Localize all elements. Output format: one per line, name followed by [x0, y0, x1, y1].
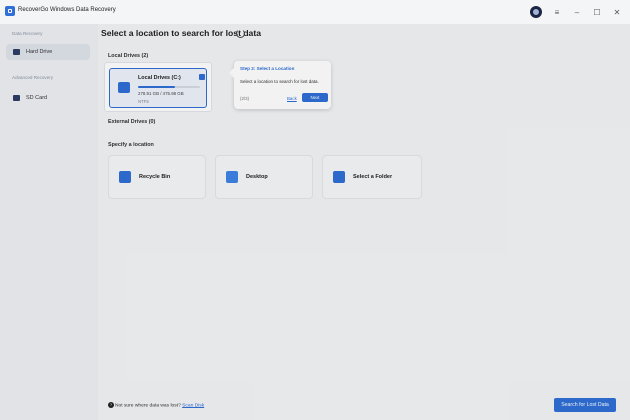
- app-logo-icon: [5, 6, 15, 16]
- close-button[interactable]: ✕: [612, 8, 622, 17]
- desktop-icon: [226, 171, 238, 183]
- maximize-button[interactable]: ☐: [592, 8, 602, 17]
- sidebar-item-sd-card[interactable]: SD Card: [6, 90, 90, 106]
- question-icon: ?: [108, 402, 114, 408]
- specify-location-label: Specify a location: [108, 142, 154, 148]
- sidebar-section-data-recovery: Data Recovery: [12, 31, 43, 36]
- title-bar: RecoverGo Windows Data Recovery ≡ – ☐ ✕: [0, 0, 630, 24]
- checkbox-icon[interactable]: [199, 74, 205, 80]
- main-panel: Select a location to search for lost dat…: [98, 24, 630, 420]
- drive-usage-bar: [138, 86, 200, 88]
- recycle-bin-icon: [119, 171, 131, 183]
- location-label: Desktop: [246, 174, 268, 180]
- drive-card-highlight: Local Drives (C:) 278.91 GB / 475.98 GB …: [109, 68, 207, 108]
- drive-card-c[interactable]: Local Drives (C:) 278.91 GB / 475.98 GB …: [104, 62, 212, 112]
- location-select-folder[interactable]: Select a Folder: [322, 155, 422, 199]
- search-for-lost-data-button[interactable]: Search for Lost Data: [554, 398, 616, 412]
- popover-back-button[interactable]: Back: [287, 96, 297, 101]
- folder-icon: [333, 171, 345, 183]
- account-icon[interactable]: [530, 6, 542, 18]
- sidebar-item-label: SD Card: [26, 95, 48, 101]
- sidebar-section-advanced-recovery: Advanced Recovery: [12, 75, 54, 80]
- popover-text: Select a location to search for lost dat…: [240, 79, 319, 84]
- guide-popover: Step 2: Select a Location Select a locat…: [229, 61, 331, 109]
- refresh-icon[interactable]: [236, 29, 245, 38]
- scan-disk-link[interactable]: Scan Disk: [182, 403, 204, 408]
- popover-count: (2/3): [240, 96, 250, 101]
- drive-size: 278.91 GB / 475.98 GB: [138, 91, 184, 96]
- help-text: ? Not sure where data was lost? Scan Disk: [108, 402, 205, 409]
- sd-card-icon: [13, 95, 20, 101]
- external-drives-label: External Drives (0): [108, 119, 156, 125]
- local-drives-label: Local Drives (2): [108, 53, 149, 59]
- sidebar-item-hard-drive[interactable]: Hard Drive: [6, 44, 90, 60]
- drive-name: Local Drives (C:): [138, 75, 181, 81]
- location-desktop[interactable]: Desktop: [215, 155, 313, 199]
- windows-drive-icon: [118, 82, 130, 93]
- window-controls: ≡ – ☐ ✕: [530, 6, 622, 18]
- location-recycle-bin[interactable]: Recycle Bin: [108, 155, 206, 199]
- popover-step: Step 2: Select a Location: [240, 66, 295, 71]
- popover-next-button[interactable]: Next: [302, 93, 328, 102]
- location-label: Select a Folder: [353, 174, 393, 180]
- minimize-button[interactable]: –: [572, 8, 582, 17]
- drive-filesystem: NTFS: [138, 99, 149, 104]
- drive-usage-fill: [138, 86, 175, 88]
- location-label: Recycle Bin: [139, 174, 171, 180]
- app-title: RecoverGo Windows Data Recovery: [18, 7, 116, 13]
- hard-drive-icon: [13, 49, 20, 55]
- sidebar-item-label: Hard Drive: [26, 49, 53, 55]
- sidebar: Data Recovery Hard Drive Advanced Recove…: [0, 24, 98, 420]
- menu-icon[interactable]: ≡: [552, 8, 562, 17]
